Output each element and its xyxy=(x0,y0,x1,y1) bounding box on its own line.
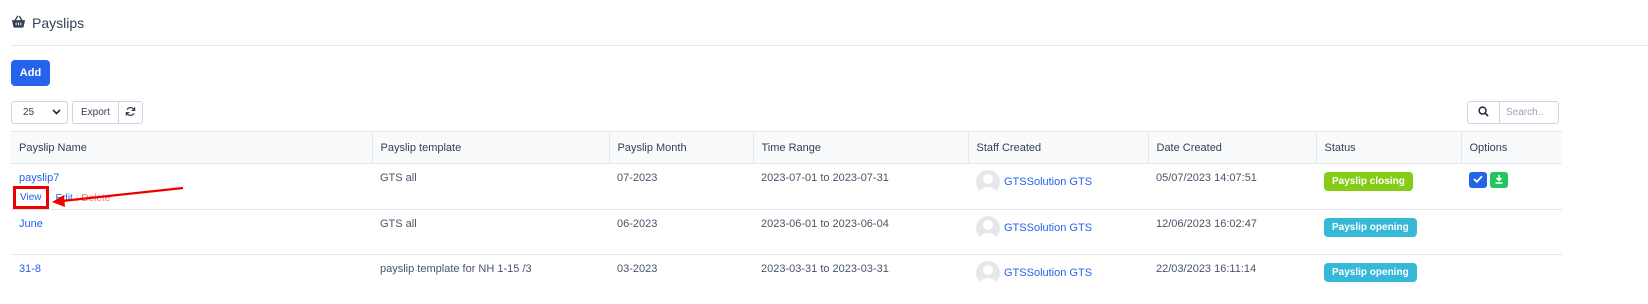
col-header-date-created[interactable]: Date Created xyxy=(1147,131,1316,164)
staff-info: GTSSolution GTS xyxy=(976,261,1148,285)
status-badge: Payslip opening xyxy=(1324,218,1417,237)
staff-info: GTSSolution GTS xyxy=(976,216,1148,240)
payslips-table: Payslip Name Payslip template Payslip Mo… xyxy=(11,131,1562,295)
payslip-name-link[interactable]: 31-8 xyxy=(19,263,41,275)
basket-icon xyxy=(11,15,26,32)
cell-date-created: 22/03/2023 16:11:14 xyxy=(1156,263,1257,275)
page-header: Payslips xyxy=(11,13,84,33)
table-toolbar: 25 Export xyxy=(11,101,143,124)
cell-payslip-name: 31-8 xyxy=(11,255,372,295)
col-header-payslip-name[interactable]: Payslip Name xyxy=(11,131,372,164)
status-badge: Payslip closing xyxy=(1324,172,1413,191)
download-icon xyxy=(1494,174,1504,187)
table-row: June GTS all 06-2023 2023-06-01 to 2023-… xyxy=(11,209,1562,255)
cell-staff: GTSSolution GTS xyxy=(968,209,1148,255)
check-icon xyxy=(1473,174,1483,186)
status-badge: Payslip opening xyxy=(1324,263,1417,282)
export-button[interactable]: Export xyxy=(73,102,118,123)
page-size-value: 25 xyxy=(23,107,35,118)
chevron-down-icon xyxy=(52,107,61,118)
cell-date-created: 12/06/2023 16:02:47 xyxy=(1148,209,1316,255)
search-icon xyxy=(1478,105,1489,120)
view-link[interactable]: View xyxy=(20,192,42,203)
refresh-button[interactable] xyxy=(117,102,142,123)
user-avatar-icon[interactable] xyxy=(976,261,1000,285)
table-row: payslip7 View Edit | Delete GTS all 07-2… xyxy=(11,163,1562,210)
cell-staff: GTSSolution GTS xyxy=(968,163,1148,210)
row-options xyxy=(1469,172,1562,188)
cell-options xyxy=(1461,163,1562,210)
cell-status: Payslip opening xyxy=(1316,209,1461,255)
header-divider xyxy=(11,45,1648,46)
staff-link[interactable]: GTSSolution GTS xyxy=(1004,176,1092,188)
cell-status: Payslip closing xyxy=(1316,163,1461,210)
add-button[interactable]: Add xyxy=(11,60,50,86)
check-button[interactable] xyxy=(1469,172,1487,188)
table-header-row: Payslip Name Payslip template Payslip Mo… xyxy=(11,131,1562,164)
cell-time-range: 2023-03-31 to 2023-03-31 xyxy=(761,263,889,275)
cell-options xyxy=(1461,209,1562,255)
cell-status: Payslip opening xyxy=(1316,255,1461,295)
export-group: Export xyxy=(72,101,143,124)
col-header-options: Options xyxy=(1460,131,1562,164)
search-button[interactable] xyxy=(1468,102,1500,123)
payslip-name-link[interactable]: June xyxy=(19,218,43,230)
col-header-time-range[interactable]: Time Range xyxy=(752,131,968,164)
cell-date-created: 05/07/2023 14:07:51 xyxy=(1148,163,1316,210)
search-box xyxy=(1467,101,1559,124)
cell-staff: GTSSolution GTS xyxy=(968,255,1148,295)
table-row: 31-8 payslip template for NH 1-15 /3 03-… xyxy=(11,255,1562,295)
page-title: Payslips xyxy=(32,15,85,31)
user-avatar-icon[interactable] xyxy=(976,216,1000,240)
cell-template: GTS all xyxy=(372,163,609,210)
col-header-payslip-month[interactable]: Payslip Month xyxy=(608,131,753,164)
cell-payslip-name: June xyxy=(11,209,372,255)
col-header-staff-created[interactable]: Staff Created xyxy=(967,131,1148,164)
cell-options xyxy=(1461,255,1562,295)
staff-link[interactable]: GTSSolution GTS xyxy=(1004,222,1092,234)
cell-template: GTS all xyxy=(372,209,609,255)
page-size-select[interactable]: 25 xyxy=(11,101,68,124)
col-header-status[interactable]: Status xyxy=(1315,131,1461,164)
search-input[interactable] xyxy=(1500,102,1558,123)
annotation-arrow xyxy=(52,186,184,207)
cell-time-range: 2023-07-01 to 2023-07-31 xyxy=(753,163,968,210)
cell-month: 07-2023 xyxy=(609,163,753,210)
col-header-payslip-template[interactable]: Payslip template xyxy=(371,131,609,164)
refresh-icon xyxy=(125,106,136,120)
user-avatar-icon[interactable] xyxy=(976,170,1000,194)
download-button[interactable] xyxy=(1490,172,1508,188)
cell-time-range: 2023-06-01 to 2023-06-04 xyxy=(753,209,968,255)
cell-template: payslip template for NH 1-15 /3 xyxy=(380,263,532,275)
cell-month: 03-2023 xyxy=(617,263,658,275)
staff-link[interactable]: GTSSolution GTS xyxy=(1004,267,1092,279)
staff-info: GTSSolution GTS xyxy=(976,170,1148,194)
cell-month: 06-2023 xyxy=(609,209,753,255)
